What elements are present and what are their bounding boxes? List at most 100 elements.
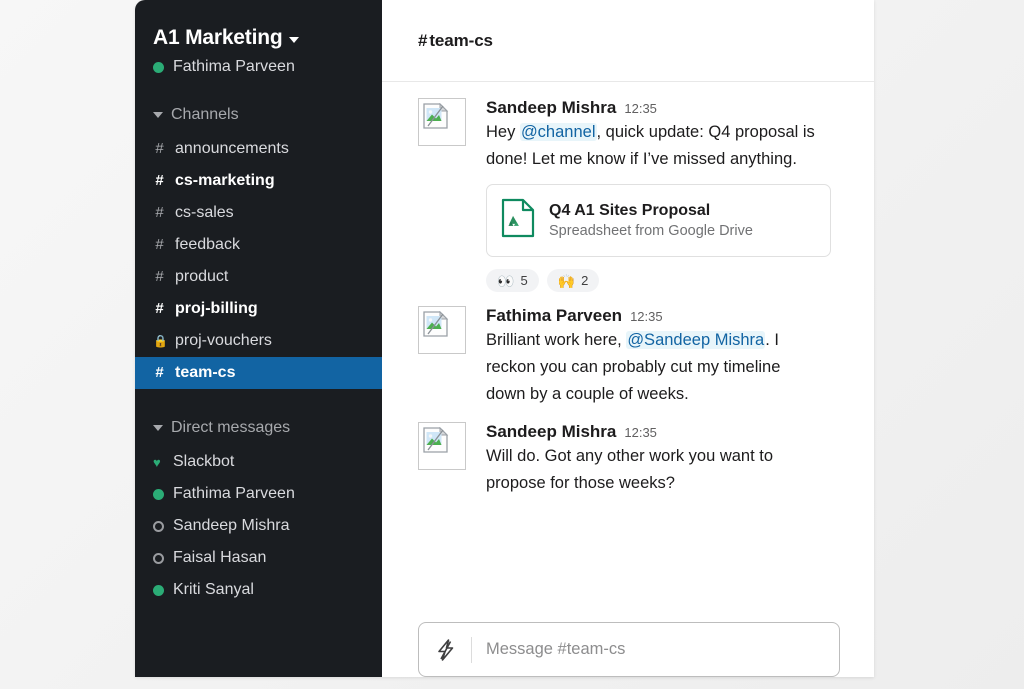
- broken-image-icon[interactable]: [418, 98, 466, 146]
- file-subtitle: Spreadsheet from Google Drive: [549, 223, 753, 239]
- composer-container: Message #team-cs: [382, 616, 874, 677]
- broken-image-icon[interactable]: [418, 422, 466, 470]
- message-timestamp: 12:35: [624, 425, 657, 440]
- sidebar-dm-faisal-hasan[interactable]: Faisal Hasan: [135, 542, 382, 574]
- presence-away-icon: [153, 552, 164, 564]
- mention-link[interactable]: @Sandeep Mishra: [626, 331, 766, 349]
- channel-label: announcements: [175, 140, 289, 157]
- file-name[interactable]: Q4 A1 Sites Proposal: [549, 200, 753, 221]
- presence-online-icon: [153, 584, 164, 596]
- main-panel: # team-cs Sandeep Mishra 12:35 Hey @channel…: [382, 0, 874, 677]
- dm-label: Faisal Hasan: [173, 549, 267, 566]
- sidebar-channel-team-cs[interactable]: # team-cs: [135, 357, 382, 389]
- message-text-segment: Will do. Got any other work you want to …: [486, 447, 774, 492]
- sidebar-channel-feedback[interactable]: # feedback: [135, 229, 382, 261]
- channels-section-header[interactable]: Channels: [135, 106, 382, 124]
- message-body: Fathima Parveen 12:35 Brilliant work here,…: [486, 306, 840, 408]
- reaction-count: 2: [581, 273, 589, 288]
- hash-icon: #: [155, 268, 164, 285]
- message-list: Sandeep Mishra 12:35 Hey @channel, quick u…: [382, 82, 874, 616]
- channel-label: cs-sales: [175, 204, 234, 221]
- message-text-segment: Hey: [486, 123, 520, 141]
- sidebar-dm-slackbot[interactable]: ♥ Slackbot: [135, 446, 382, 478]
- message-author[interactable]: Sandeep Mishra: [486, 98, 616, 118]
- message-body: Sandeep Mishra 12:35 Hey @channel, quick u…: [486, 98, 840, 292]
- sidebar-channel-cs-marketing[interactable]: # cs-marketing: [135, 165, 382, 197]
- presence-online-icon: [153, 61, 164, 73]
- message-timestamp: 12:35: [624, 101, 657, 116]
- channel-label: cs-marketing: [175, 172, 275, 189]
- hash-icon: #: [155, 364, 164, 381]
- sidebar-dm-fathima-parveen[interactable]: Fathima Parveen: [135, 478, 382, 510]
- heart-icon: ♥: [153, 454, 161, 470]
- workspace-header[interactable]: A1 Marketing Fathima Parveen: [135, 26, 382, 76]
- channel-label: feedback: [175, 236, 240, 253]
- page-title[interactable]: # team-cs: [418, 31, 493, 51]
- message-meta: Sandeep Mishra 12:35: [486, 422, 840, 442]
- reaction-eyes[interactable]: 👀 5: [486, 269, 539, 292]
- current-user-name: Fathima Parveen: [173, 58, 295, 75]
- channel-header: # team-cs: [382, 0, 874, 82]
- chevron-down-icon[interactable]: [289, 37, 300, 43]
- dm-label: Kriti Sanyal: [173, 581, 254, 598]
- raised-hands-emoji-icon: 🙌: [557, 272, 576, 289]
- sidebar-channel-announcements[interactable]: # announcements: [135, 133, 382, 165]
- caret-down-icon[interactable]: [153, 112, 163, 118]
- reaction-raised-hands[interactable]: 🙌 2: [546, 269, 600, 292]
- message: Sandeep Mishra 12:35 Will do. Got any othe…: [382, 422, 874, 497]
- sidebar-channel-cs-sales[interactable]: # cs-sales: [135, 197, 382, 229]
- message-input-placeholder[interactable]: Message #team-cs: [486, 640, 625, 659]
- workspace-name: A1 Marketing: [153, 26, 283, 49]
- presence-online-icon: [153, 488, 164, 500]
- channel-label: team-cs: [175, 364, 236, 381]
- message-meta: Sandeep Mishra 12:35: [486, 98, 840, 118]
- lightning-bolt-icon[interactable]: [435, 638, 457, 662]
- sidebar: A1 Marketing Fathima Parveen Channels # a…: [135, 0, 382, 677]
- message-text: Will do. Got any other work you want to …: [486, 443, 816, 497]
- hash-icon: #: [155, 140, 164, 157]
- reaction-bar: 👀 5 🙌 2: [486, 269, 840, 292]
- caret-down-icon[interactable]: [153, 425, 163, 431]
- sidebar-dm-kriti-sanyal[interactable]: Kriti Sanyal: [135, 574, 382, 606]
- broken-image-icon[interactable]: [418, 306, 466, 354]
- dm-label: Sandeep Mishra: [173, 517, 290, 534]
- hash-icon: #: [418, 30, 428, 50]
- composer-divider: [471, 636, 472, 663]
- channel-label: product: [175, 268, 229, 285]
- message-text: Hey @channel, quick update: Q4 proposal …: [486, 119, 816, 173]
- file-attachment-card[interactable]: Q4 A1 Sites Proposal Spreadsheet from Goo…: [486, 184, 831, 257]
- message-author[interactable]: Fathima Parveen: [486, 306, 622, 326]
- dm-label: Slackbot: [173, 453, 235, 470]
- dms-section-label: Direct messages: [171, 419, 291, 436]
- sidebar-dm-sandeep-mishra[interactable]: Sandeep Mishra: [135, 510, 382, 542]
- sidebar-channel-proj-billing[interactable]: # proj-billing: [135, 293, 382, 325]
- workspace-name-row[interactable]: A1 Marketing: [153, 26, 364, 50]
- current-user-row[interactable]: Fathima Parveen: [153, 58, 364, 76]
- sidebar-channel-proj-vouchers[interactable]: 🔒 proj-vouchers: [135, 325, 382, 357]
- message-text-segment: Brilliant work here,: [486, 331, 627, 349]
- channel-label: proj-vouchers: [175, 332, 272, 349]
- file-meta: Q4 A1 Sites Proposal Spreadsheet from Goo…: [549, 200, 753, 241]
- channel-list: # announcements # cs-marketing # cs-sales # fee…: [135, 133, 382, 389]
- hash-icon: #: [155, 300, 164, 317]
- channel-label: proj-billing: [175, 300, 258, 317]
- mention-link[interactable]: @channel: [519, 123, 597, 141]
- message-text: Brilliant work here, @Sandeep Mishra. I …: [486, 327, 816, 408]
- dm-label: Fathima Parveen: [173, 485, 295, 502]
- reaction-count: 5: [520, 273, 528, 288]
- message-author[interactable]: Sandeep Mishra: [486, 422, 616, 442]
- google-drive-file-icon: [501, 198, 535, 243]
- slack-window: A1 Marketing Fathima Parveen Channels # a…: [135, 0, 874, 677]
- sidebar-channel-product[interactable]: # product: [135, 261, 382, 293]
- lock-icon: 🔒: [153, 334, 168, 348]
- dm-list: ♥ Slackbot Fathima Parveen Sandeep Mishra Fa…: [135, 446, 382, 606]
- channels-section-label: Channels: [171, 106, 239, 123]
- hash-icon: #: [155, 172, 164, 189]
- hash-icon: #: [155, 204, 164, 221]
- message: Sandeep Mishra 12:35 Hey @channel, quick u…: [382, 98, 874, 292]
- message-body: Sandeep Mishra 12:35 Will do. Got any othe…: [486, 422, 840, 497]
- dms-section-header[interactable]: Direct messages: [135, 419, 382, 437]
- message-composer[interactable]: Message #team-cs: [418, 622, 840, 677]
- eyes-emoji-icon: 👀: [497, 272, 515, 289]
- message-meta: Fathima Parveen 12:35: [486, 306, 840, 326]
